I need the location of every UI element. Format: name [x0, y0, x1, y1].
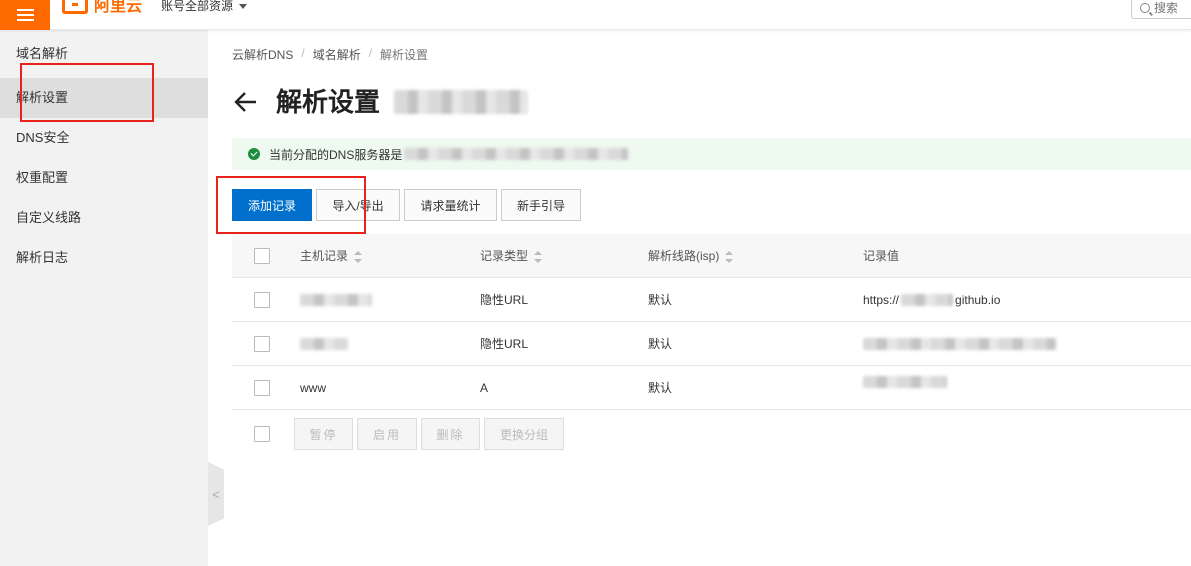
- request-stats-button[interactable]: 请求量统计: [404, 189, 497, 221]
- delete-button[interactable]: 删除: [421, 418, 480, 450]
- record-type: A: [480, 381, 489, 395]
- redacted-host: [300, 294, 372, 306]
- redacted-host: [300, 338, 348, 350]
- sidebar-item-resolution-log[interactable]: 解析日志: [0, 238, 208, 278]
- record-type: 隐性URL: [480, 293, 529, 307]
- table-header: 主机记录 记录类型 解析线路(isp) 记录值: [232, 234, 1191, 278]
- sidebar-item-label: 解析日志: [16, 250, 69, 265]
- column-header-label: 记录值: [863, 249, 900, 263]
- account-resources-dropdown[interactable]: 账号全部资源: [161, 0, 248, 12]
- check-circle-icon: [248, 148, 260, 160]
- sort-icon: [534, 250, 543, 263]
- sidebar-item-label: 解析设置: [16, 90, 69, 105]
- table-row: 隐性URL 默认: [232, 322, 1191, 366]
- select-all-checkbox[interactable]: [254, 248, 270, 264]
- breadcrumb-separator: /: [301, 46, 305, 60]
- account-resources-label: 账号全部资源: [161, 0, 234, 12]
- sidebar-item-label: 域名解析: [16, 46, 69, 61]
- column-header-label: 主机记录: [300, 249, 349, 263]
- record-line: 默认: [648, 381, 673, 395]
- hamburger-icon: [16, 9, 34, 21]
- record-value-prefix: https://: [863, 293, 900, 307]
- sidebar-item-label: 自定义线路: [16, 210, 82, 225]
- record-line: 默认: [648, 337, 673, 351]
- caret-down-icon: [239, 3, 248, 9]
- column-header-line[interactable]: 解析线路(isp): [648, 234, 734, 278]
- record-value: https:// github.io: [863, 278, 1000, 322]
- record-line: 默认: [648, 293, 673, 307]
- redacted-domain: [394, 90, 528, 114]
- top-bar: 阿里云 账号全部资源: [0, 0, 1191, 30]
- redacted-value: [901, 294, 954, 306]
- search-icon: [1140, 3, 1150, 13]
- guide-button[interactable]: 新手引导: [501, 189, 581, 221]
- breadcrumb-separator: /: [368, 46, 373, 60]
- sidebar-item-weight-config[interactable]: 权重配置: [0, 158, 208, 198]
- sidebar-item-dns-security[interactable]: DNS安全: [0, 118, 208, 158]
- sidebar-item-resolution-settings[interactable]: 解析设置: [0, 78, 208, 118]
- column-header-host[interactable]: 主机记录: [300, 234, 363, 278]
- chevron-left-icon: <: [212, 486, 220, 502]
- add-record-button[interactable]: 添加记录: [232, 189, 312, 221]
- change-group-button[interactable]: 更换分组: [484, 418, 564, 450]
- record-type: 隐性URL: [480, 337, 529, 351]
- row-checkbox[interactable]: [254, 380, 270, 396]
- row-checkbox[interactable]: [254, 336, 270, 352]
- sort-icon: [725, 250, 734, 263]
- back-arrow-icon[interactable]: [232, 88, 260, 116]
- bulk-select-checkbox[interactable]: [254, 426, 270, 442]
- table-row: 隐性URL 默认 https:// github.io: [232, 278, 1191, 322]
- redacted-dns-servers: [404, 148, 629, 160]
- breadcrumb-item[interactable]: 云解析DNS: [232, 46, 293, 63]
- search-input[interactable]: [1154, 1, 1191, 15]
- sidebar-item-label: 权重配置: [16, 170, 69, 185]
- column-header-label: 记录类型: [480, 249, 529, 263]
- column-header-value: 记录值: [863, 234, 899, 278]
- sidebar-item-domain-resolution[interactable]: 域名解析: [0, 34, 208, 74]
- column-header-type[interactable]: 记录类型: [480, 234, 543, 278]
- record-value-suffix: github.io: [955, 293, 1001, 307]
- aliyun-logo-icon: [62, 0, 88, 14]
- menu-button[interactable]: [0, 0, 50, 30]
- record-host: www: [300, 381, 326, 395]
- row-checkbox[interactable]: [254, 292, 270, 308]
- table-row: www A 默认: [232, 366, 1191, 410]
- page-title: 解析设置: [276, 87, 381, 117]
- sidebar-item-custom-line[interactable]: 自定义线路: [0, 198, 208, 238]
- alert-text: 当前分配的DNS服务器是: [269, 147, 403, 162]
- brand-name: 阿里云: [94, 0, 143, 14]
- breadcrumb-item[interactable]: 域名解析: [313, 46, 361, 63]
- import-export-button[interactable]: 导入/导出: [316, 189, 400, 221]
- breadcrumb: 云解析DNS / 域名解析 / 解析设置: [232, 46, 428, 63]
- enable-button[interactable]: 启用: [357, 418, 417, 450]
- sidebar: 域名解析 解析设置 DNS安全 权重配置 自定义线路 解析日志: [0, 30, 208, 566]
- sidebar-collapse-handle[interactable]: <: [208, 462, 224, 526]
- breadcrumb-current: 解析设置: [380, 48, 429, 62]
- logo[interactable]: 阿里云: [62, 0, 142, 14]
- redacted-value: [863, 338, 1056, 350]
- dns-server-alert: 当前分配的DNS服务器是: [232, 138, 1191, 170]
- sort-icon: [354, 250, 363, 263]
- bulk-actions: 暂停 启用 删除 更换分组: [232, 418, 832, 450]
- redacted-value: [863, 376, 947, 388]
- search-box[interactable]: [1131, 0, 1191, 19]
- sidebar-item-label: DNS安全: [16, 130, 70, 145]
- column-header-label: 解析线路(isp): [648, 249, 720, 263]
- pause-button[interactable]: 暂停: [294, 418, 353, 450]
